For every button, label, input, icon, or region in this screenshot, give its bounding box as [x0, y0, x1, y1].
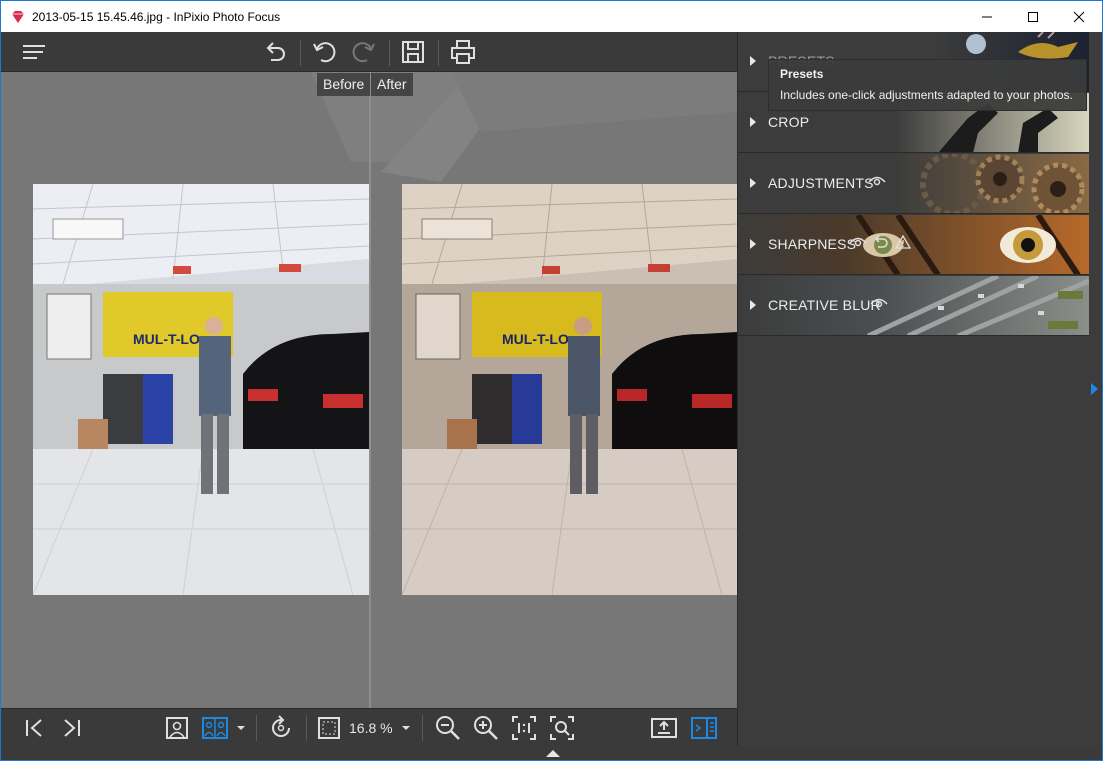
adjustments-expand-icon: [750, 178, 756, 188]
fit-icon: [318, 717, 340, 739]
last-image-button[interactable]: [57, 713, 87, 743]
menu-icon: [23, 45, 45, 59]
adjustments-label: ADJUSTMENTS: [768, 175, 874, 191]
before-after-view-icon: [202, 717, 228, 739]
close-icon: [1073, 11, 1085, 22]
zoom-out-icon: [436, 716, 460, 740]
actual-size-button[interactable]: [509, 713, 539, 743]
settings-panel: PRESETS CROP AD: [737, 32, 1102, 746]
side-panel-icon: [691, 717, 717, 739]
menu-button[interactable]: [19, 38, 49, 66]
export-icon: [651, 718, 677, 738]
adjustments-visibility-icon[interactable]: [868, 174, 886, 188]
minimize-button[interactable]: [964, 1, 1010, 32]
tooltip-title: Presets: [780, 67, 824, 81]
window-title: 2013-05-15 15.45.46.jpg - InPixio Photo …: [32, 9, 281, 24]
redo-icon: [352, 42, 375, 63]
creative-blur-label: CREATIVE BLUR: [768, 297, 881, 313]
undo-all-icon: [266, 42, 285, 61]
crop-label: CROP: [768, 114, 810, 130]
rotate-button[interactable]: [266, 713, 296, 743]
after-photo: MUL-T-LO: [402, 184, 737, 595]
creative-blur-expand-icon: [750, 300, 756, 310]
export-button[interactable]: [649, 713, 679, 743]
save-button[interactable]: [398, 38, 428, 66]
view-dropdown-icon: [237, 726, 245, 730]
before-after-divider[interactable]: [369, 72, 371, 708]
app-window: 2013-05-15 15.45.46.jpg - InPixio Photo …: [0, 0, 1103, 761]
tooltip-text: Includes one-click adjustments adapted t…: [780, 88, 1073, 102]
zoom-fit-icon: [550, 716, 574, 740]
undo-all-button[interactable]: [260, 38, 290, 66]
sharpness-label: SHARPNESS: [768, 236, 857, 252]
after-label: After: [371, 73, 413, 96]
first-image-button[interactable]: [19, 713, 49, 743]
redo-button[interactable]: [349, 38, 379, 66]
image-canvas[interactable]: MUL-T-LO MUL-T-LO Before After: [1, 72, 737, 708]
collapse-panel-icon[interactable]: [1091, 383, 1098, 395]
presets-tooltip: Presets Includes one-click adjustments a…: [768, 59, 1087, 111]
expand-filmstrip-icon[interactable]: [546, 750, 560, 757]
app-logo-icon: [12, 10, 24, 23]
section-creative-blur[interactable]: CREATIVE BLUR: [738, 276, 1089, 336]
sharpness-expand-icon: [750, 239, 756, 249]
save-icon: [402, 41, 424, 63]
sharpness-warning-icon: [895, 235, 911, 249]
single-view-button[interactable]: [162, 713, 192, 743]
zoom-dropdown-button[interactable]: [395, 713, 417, 743]
bottom-toolbar: 16.8 %: [1, 708, 737, 746]
svg-text:MUL-T-LO: MUL-T-LO: [502, 331, 569, 347]
before-label: Before: [317, 73, 371, 96]
zoom-out-button[interactable]: [433, 713, 463, 743]
top-toolbar: [1, 32, 737, 72]
close-button[interactable]: [1056, 1, 1102, 32]
zoom-fit-button[interactable]: [547, 713, 577, 743]
maximize-button[interactable]: [1010, 1, 1056, 32]
last-image-icon: [64, 719, 80, 737]
minimize-icon: [982, 16, 992, 17]
side-panel-toggle-button[interactable]: [689, 713, 719, 743]
section-adjustments[interactable]: ADJUSTMENTS: [738, 154, 1089, 214]
undo-button[interactable]: [309, 38, 339, 66]
before-photo: MUL-T-LO: [33, 184, 369, 595]
creative-blur-visibility-icon[interactable]: [870, 296, 888, 310]
single-view-icon: [166, 717, 188, 739]
rotate-icon: [272, 715, 290, 737]
svg-text:MUL-T-LO: MUL-T-LO: [133, 331, 200, 347]
print-icon: [451, 40, 475, 64]
before-after-view-button[interactable]: [200, 713, 230, 743]
zoom-level: 16.8 %: [349, 720, 393, 736]
zoom-in-icon: [474, 716, 498, 740]
undo-icon: [313, 42, 336, 63]
zoom-dropdown-icon: [402, 726, 410, 730]
fit-frame-button[interactable]: [314, 713, 344, 743]
section-sharpness[interactable]: SHARPNESS: [738, 215, 1089, 275]
print-button[interactable]: [448, 38, 478, 66]
first-image-icon: [26, 719, 42, 737]
crop-expand-icon: [750, 117, 756, 127]
actual-size-icon: [512, 716, 536, 740]
title-bar: 2013-05-15 15.45.46.jpg - InPixio Photo …: [1, 1, 1102, 32]
presets-expand-icon: [750, 56, 756, 66]
zoom-in-button[interactable]: [471, 713, 501, 743]
maximize-icon: [1028, 11, 1038, 22]
sharpness-reset-icon[interactable]: [873, 235, 889, 249]
view-dropdown-button[interactable]: [230, 713, 252, 743]
sharpness-visibility-icon[interactable]: [849, 235, 867, 249]
